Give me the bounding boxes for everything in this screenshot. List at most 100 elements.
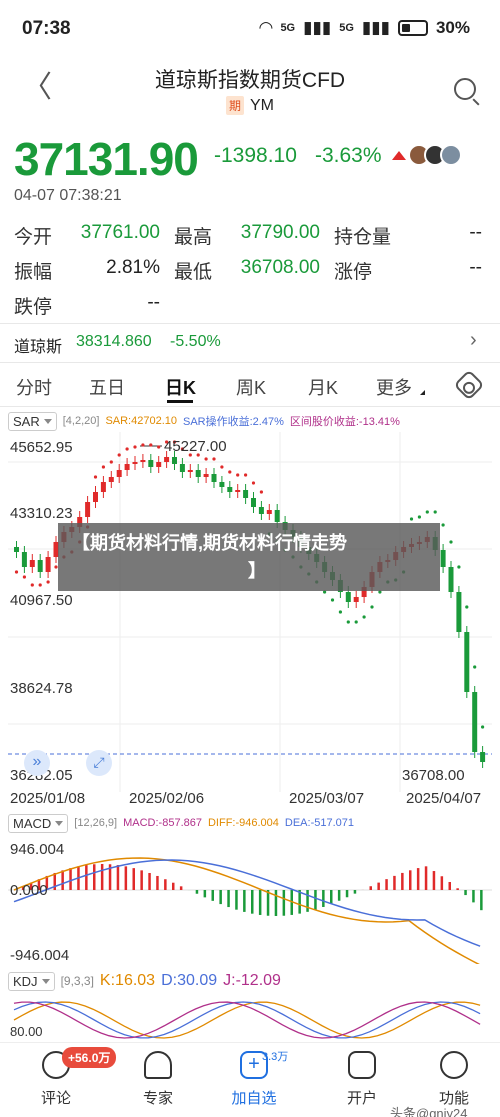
kdj-line — [13, 1001, 481, 1039]
expand-icon[interactable]: » — [24, 750, 50, 776]
indicator-select-kdj[interactable]: KDJ — [8, 971, 55, 991]
candle — [116, 470, 122, 477]
candle — [164, 457, 170, 462]
candle — [211, 474, 217, 482]
nav-functions[interactable]: 功能 — [414, 1051, 494, 1108]
stat-label: 涨停 — [334, 262, 373, 283]
candle — [243, 490, 249, 498]
macd-bar — [353, 890, 357, 894]
settings-icon[interactable] — [453, 369, 485, 401]
macd-bar — [480, 890, 483, 911]
macd-bar — [314, 890, 317, 910]
diff-value: DIFF:-946.004 — [207, 817, 279, 829]
sar-dot — [22, 575, 26, 579]
nav-expert[interactable]: 专家 — [118, 1051, 198, 1108]
macd-indicator-bar: MACD [12,26,9] MACD:-857.867 DIFF:-946.0… — [0, 812, 500, 834]
candle — [219, 482, 225, 487]
macd-bar — [203, 890, 207, 898]
macd-bar — [172, 882, 175, 890]
community-avatars[interactable] — [392, 144, 462, 166]
tab-daily-k[interactable]: 日K — [165, 374, 196, 400]
sar-dot — [117, 453, 121, 457]
sar-dot — [370, 605, 374, 609]
indicator-params: [4,2,20] — [62, 415, 100, 427]
macd-bar — [61, 870, 64, 890]
candle — [235, 490, 241, 492]
stat-value: -- — [469, 222, 482, 243]
period-tabs: 分时 五日 日K 周K 月K 更多 — [0, 366, 500, 406]
avatar — [440, 144, 462, 166]
candle — [472, 692, 478, 752]
candle — [345, 592, 351, 602]
tab-monthly-k[interactable]: 月K — [308, 374, 338, 400]
macd-bar — [337, 890, 341, 901]
candle — [274, 510, 280, 522]
sar-dot — [204, 457, 208, 461]
candle — [14, 547, 19, 552]
last-price: 37131.90 — [14, 133, 199, 185]
status-icons: ◠ 5G ▮▮▮ 5G ▮▮▮ 30% — [259, 18, 470, 38]
sar-dot — [362, 615, 366, 619]
stat-label: 持仓量 — [334, 227, 392, 248]
stat-label: 最高 — [174, 227, 213, 248]
candle — [132, 462, 138, 464]
macd-bar — [69, 868, 72, 890]
quote-time: 04-07 07:38:21 — [14, 187, 122, 204]
sar-dot — [354, 620, 358, 624]
tab-intraday[interactable]: 分时 — [16, 374, 52, 400]
candlestick-chart[interactable] — [0, 432, 500, 812]
y-axis-label: 45652.95 — [10, 439, 73, 456]
stats-row: 今开 37761.00 最高 37790.00 持仓量 -- — [14, 222, 484, 256]
article-banner[interactable]: 【期货材料行情,期货材料行情走势 】 — [58, 523, 440, 591]
tab-more[interactable]: 更多 — [376, 374, 412, 400]
divider — [0, 323, 500, 324]
macd-bar — [345, 890, 349, 898]
y-axis-label: 38624.78 — [10, 680, 73, 697]
signal-label-1: 5G — [280, 22, 296, 34]
candle — [187, 470, 193, 472]
indicator-select-macd[interactable]: MACD — [8, 813, 69, 833]
candle — [93, 492, 98, 502]
nav-open-account[interactable]: 开户 — [322, 1051, 402, 1108]
tab-five-day[interactable]: 五日 — [89, 374, 125, 400]
symbol-code: 期 YM — [0, 96, 500, 115]
sar-dot — [212, 457, 216, 461]
sar-dot — [473, 665, 477, 669]
indicator-select-sar[interactable]: SAR — [8, 411, 57, 431]
macd-bar — [179, 886, 183, 890]
banner-text: 】 — [248, 561, 266, 581]
expert-icon — [144, 1051, 172, 1079]
tab-weekly-k[interactable]: 周K — [236, 374, 266, 400]
battery-icon — [397, 20, 428, 36]
candle — [266, 510, 272, 514]
macd-bar — [393, 875, 396, 890]
macd-bar — [148, 872, 151, 890]
x-axis-label: 2025/03/07 — [289, 790, 365, 807]
candle — [124, 464, 130, 470]
high-marker-label: 45227.00 — [164, 438, 227, 455]
nav-label: 开户 — [346, 1090, 377, 1107]
status-time: 07:38 — [22, 18, 71, 39]
x-axis-label: 2025/04/07 — [406, 790, 482, 807]
candle — [440, 550, 446, 567]
macd-bar — [282, 890, 286, 916]
stat-value: 37761.00 — [80, 222, 160, 243]
index-row[interactable]: 道琼斯 38314.860 -5.50% › — [0, 327, 500, 361]
sar-indicator-bar: SAR [4,2,20] SAR:42702.10 SAR操作收益:2.47% … — [0, 410, 500, 432]
watermark: 头条@gnjy24 — [390, 1106, 468, 1117]
candle — [179, 464, 185, 472]
indicator-params: [12,26,9] — [74, 817, 118, 829]
macd-bar — [416, 868, 420, 890]
search-icon[interactable] — [454, 78, 476, 100]
stat-value: 2.81% — [106, 257, 160, 278]
chevron-right-icon: › — [470, 329, 477, 351]
y-axis-label: 80.00 — [10, 1024, 43, 1039]
stat-label: 振幅 — [14, 262, 53, 283]
sar-dot — [251, 481, 256, 485]
macd-bar — [211, 890, 214, 901]
dropdown-icon — [55, 820, 64, 826]
dropdown-icon — [41, 978, 50, 984]
candle — [45, 557, 51, 572]
active-tab-indicator — [167, 400, 193, 403]
fullscreen-icon[interactable]: ⤢ — [86, 750, 112, 776]
